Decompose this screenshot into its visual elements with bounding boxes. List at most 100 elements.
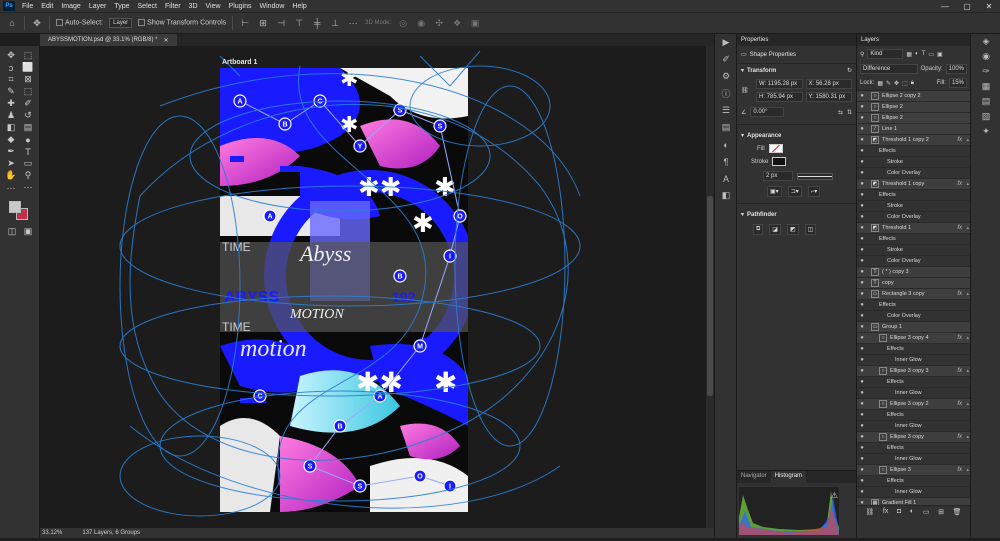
visibility-eye-icon[interactable]: ●: [857, 324, 867, 330]
layers-icon[interactable]: ◈: [971, 34, 1000, 49]
menu-3d[interactable]: 3D: [185, 3, 202, 10]
add-style-icon[interactable]: fx: [883, 508, 888, 516]
visibility-eye-icon[interactable]: ●: [857, 247, 867, 253]
layer-effect-row[interactable]: ● Effects: [857, 190, 970, 201]
layer-effect-row[interactable]: ● Effects: [857, 234, 970, 245]
clone-stamp-icon[interactable]: ♟: [3, 110, 19, 121]
filter-shape-icon[interactable]: ▭: [928, 51, 934, 58]
tab-navigator[interactable]: Navigator: [737, 471, 771, 483]
collapse-arrow-icon[interactable]: ▴: [966, 181, 969, 187]
menu-type[interactable]: Type: [110, 3, 133, 10]
align-stroke-icon[interactable]: ▣▾: [767, 186, 782, 197]
filter-adjust-icon[interactable]: ◐: [915, 51, 919, 57]
menu-edit[interactable]: Edit: [37, 3, 57, 10]
visibility-eye-icon[interactable]: ●: [857, 379, 867, 385]
hand-tool-icon[interactable]: ✋: [3, 170, 19, 181]
brush-presets-icon[interactable]: ✐: [715, 51, 737, 68]
3d-roll-icon[interactable]: ◉: [415, 17, 427, 29]
color-icon[interactable]: ◐: [715, 136, 737, 153]
screen-mode-icon[interactable]: ▣: [20, 226, 36, 237]
layer-row[interactable]: ● ▭ Rectangle 3 copy fx ▴: [857, 289, 970, 300]
close-tab-icon[interactable]: ✕: [163, 37, 168, 44]
swatches-icon[interactable]: ▦: [971, 79, 1000, 94]
add-mask-icon[interactable]: ◘: [897, 508, 901, 516]
layer-row[interactable]: ● ◩ Threshold 1 copy fx ▴: [857, 179, 970, 190]
layer-effect-row[interactable]: ● Inner Glow: [857, 355, 970, 366]
layer-effect-row[interactable]: ● Effects: [857, 476, 970, 487]
marquee-tool-icon[interactable]: ⬜: [20, 62, 36, 73]
layer-effect-row[interactable]: ● Effects: [857, 377, 970, 388]
layer-effect-row[interactable]: ● Effects: [857, 146, 970, 157]
fx-icon[interactable]: fx: [957, 291, 962, 297]
paths-icon[interactable]: ✑: [971, 64, 1000, 79]
close-button[interactable]: ✕: [978, 0, 1000, 12]
visibility-eye-icon[interactable]: ●: [857, 302, 867, 308]
menu-help[interactable]: Help: [288, 3, 310, 10]
frame-tool-icon[interactable]: ⊠: [20, 74, 36, 85]
visibility-eye-icon[interactable]: ●: [857, 159, 867, 165]
layer-effect-row[interactable]: ● Effects: [857, 443, 970, 454]
fx-icon[interactable]: fx: [957, 401, 962, 407]
move-tool-icon[interactable]: ✥: [3, 50, 19, 61]
lock-pixels-icon[interactable]: ▦: [877, 80, 883, 87]
x-field[interactable]: X: 56.28 px: [805, 79, 852, 89]
layer-row[interactable]: ● ○ Ellipse 3 copy fx ▴: [857, 432, 970, 443]
visibility-eye-icon[interactable]: ●: [857, 368, 867, 374]
stroke-corner-icon[interactable]: ⌐▾: [807, 186, 821, 197]
3d-scale-icon[interactable]: ▣: [469, 17, 481, 29]
visibility-eye-icon[interactable]: ●: [857, 225, 867, 231]
visibility-eye-icon[interactable]: ●: [857, 390, 867, 396]
visibility-eye-icon[interactable]: ●: [857, 313, 867, 319]
visibility-eye-icon[interactable]: ●: [857, 137, 867, 143]
filter-pixel-icon[interactable]: ▦: [906, 51, 912, 58]
align-bottom-icon[interactable]: ⊥: [329, 17, 341, 29]
new-layer-icon[interactable]: ⊞: [938, 508, 944, 516]
document-tab[interactable]: ABYSSMOTION.psd @ 33.1% (RGB/8) * ✕: [40, 34, 177, 46]
move-tool-icon[interactable]: ✥: [31, 17, 43, 29]
minimize-button[interactable]: —: [934, 0, 956, 12]
patterns-icon[interactable]: ▨: [971, 109, 1000, 124]
combine-shapes-icon[interactable]: ⧉: [753, 224, 764, 235]
lasso-tool-icon[interactable]: ↄ: [3, 62, 19, 73]
menu-window[interactable]: Window: [256, 3, 289, 10]
lock-artboard-icon[interactable]: ⬚: [902, 80, 908, 87]
opacity-field[interactable]: 100%: [945, 64, 967, 74]
pathfinder-section[interactable]: ▾ Pathfinder: [737, 208, 856, 221]
styles-icon[interactable]: ✦: [971, 124, 1000, 139]
edit-toolbar-icon[interactable]: ⋯: [20, 182, 36, 193]
maximize-button[interactable]: ▢: [956, 0, 978, 12]
blur-tool-icon[interactable]: ◆: [3, 134, 19, 145]
layer-row[interactable]: ● T( * ) copy 3: [857, 267, 970, 278]
align-center-icon[interactable]: ⊞: [257, 17, 269, 29]
crop-tool-icon[interactable]: ⌗: [3, 74, 19, 85]
menu-file[interactable]: File: [18, 3, 37, 10]
visibility-eye-icon[interactable]: ●: [857, 357, 867, 363]
layer-row[interactable]: ● ○ Ellipse 3 fx ▴: [857, 465, 970, 476]
filter-type-icon[interactable]: T: [922, 51, 926, 57]
subtract-shape-icon[interactable]: ◪: [769, 224, 781, 235]
visibility-eye-icon[interactable]: ●: [857, 170, 867, 176]
fx-icon[interactable]: fx: [957, 368, 962, 374]
layer-effect-row[interactable]: ● Effects: [857, 344, 970, 355]
scroll-thumb[interactable]: [707, 196, 713, 396]
actions-icon[interactable]: ⚙: [715, 68, 737, 85]
layer-effect-row[interactable]: ● Inner Glow: [857, 388, 970, 399]
artboard-label[interactable]: Artboard 1: [222, 59, 258, 66]
layer-effect-row[interactable]: ● Color Overlay: [857, 311, 970, 322]
layer-row[interactable]: ● ◩ Threshold 1 fx ▴: [857, 223, 970, 234]
collapse-arrow-icon[interactable]: ▴: [966, 137, 969, 143]
align-middle-icon[interactable]: ╪: [311, 17, 323, 29]
visibility-eye-icon[interactable]: ●: [857, 401, 867, 407]
visibility-eye-icon[interactable]: ●: [857, 434, 867, 440]
reset-icon[interactable]: ↻: [847, 67, 852, 74]
layer-effect-row[interactable]: ● Stroke: [857, 245, 970, 256]
canvas-area[interactable]: ✱ ✱ ✱✱ ✱ ✱ ✱✱ ✱ ABYSS MOTION TIME TIME 1…: [40, 46, 706, 528]
pen-tool-icon[interactable]: ✒: [3, 146, 19, 157]
visibility-eye-icon[interactable]: ●: [857, 258, 867, 264]
fx-icon[interactable]: fx: [957, 181, 962, 187]
paragraph-icon[interactable]: ¶: [715, 153, 737, 170]
lock-position-icon[interactable]: ✥: [894, 80, 899, 87]
stroke-swatch[interactable]: [772, 157, 787, 166]
delete-layer-icon[interactable]: 🗑︎: [953, 508, 962, 516]
visibility-eye-icon[interactable]: ●: [857, 269, 867, 275]
